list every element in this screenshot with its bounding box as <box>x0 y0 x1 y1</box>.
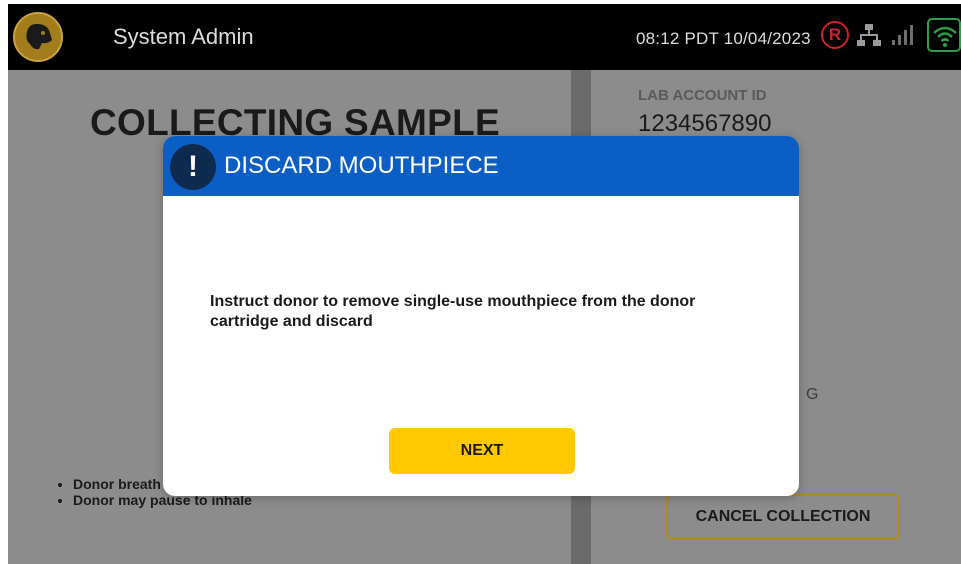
datetime: 08:12 PDT 10/04/2023 <box>636 29 811 48</box>
wifi-icon <box>927 18 961 52</box>
user-name: System Admin <box>113 24 254 49</box>
dialog-header: ! DISCARD MOUTHPIECE <box>163 136 799 196</box>
exclamation-icon: ! <box>170 144 216 190</box>
lab-account-label: LAB ACCOUNT ID <box>638 87 767 104</box>
registered-r-icon: R <box>821 21 849 49</box>
dog-head-logo-icon <box>13 12 63 62</box>
signal-bars-icon <box>892 25 913 45</box>
top-bar: System Admin 08:12 PDT 10/04/2023 R <box>8 4 961 70</box>
network-icon <box>857 24 881 46</box>
cancel-collection-button[interactable]: CANCEL COLLECTION <box>666 494 900 540</box>
next-button[interactable]: NEXT <box>389 428 575 474</box>
lab-account-value: 1234567890 <box>638 110 772 137</box>
dialog-message: Instruct donor to remove single-use mout… <box>210 293 696 330</box>
partial-status-text: G <box>806 386 819 403</box>
discard-mouthpiece-dialog: ! DISCARD MOUTHPIECE Instruct donor to r… <box>163 136 799 496</box>
dialog-title: DISCARD MOUTHPIECE <box>224 152 499 179</box>
